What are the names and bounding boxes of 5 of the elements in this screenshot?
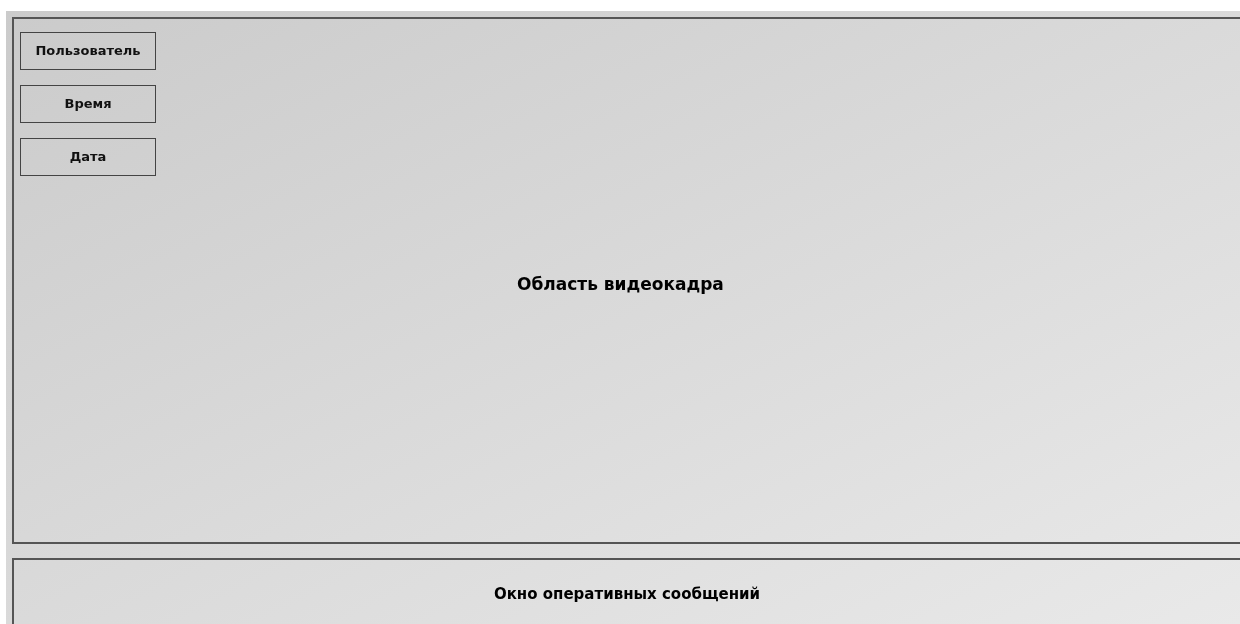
overlay-button[interactable]: Пользователь	[20, 32, 156, 70]
overlay-button[interactable]: Дата	[20, 138, 156, 176]
message-window-label: Окно оперативных сообщений	[493, 584, 761, 605]
overlay-button[interactable]: Время	[20, 85, 156, 123]
video-area-label: Область видеокадра	[517, 273, 724, 296]
